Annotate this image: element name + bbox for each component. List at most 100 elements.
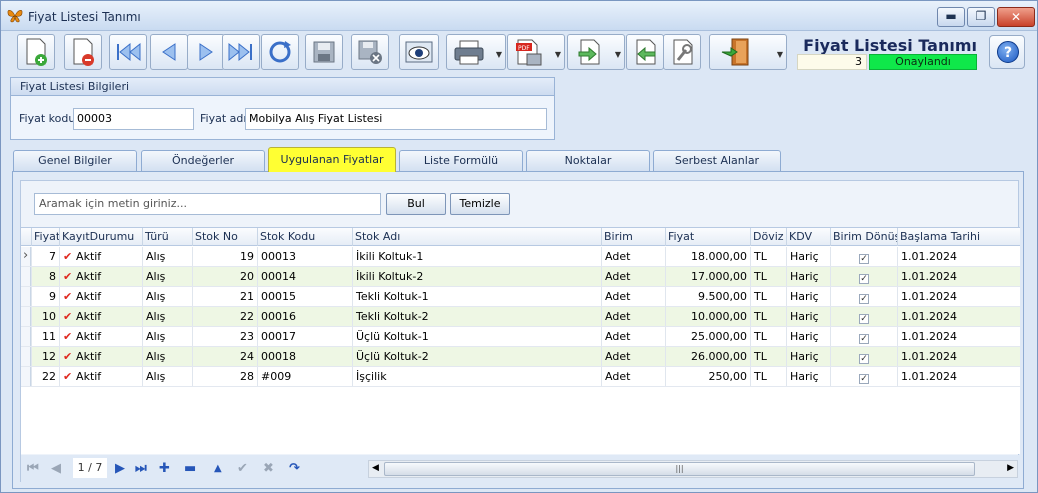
cell-kayit-durumu[interactable]: ✔ Aktif (59, 287, 142, 306)
settings-button[interactable] (663, 34, 701, 70)
cell-birim-donustur[interactable]: ✓ (830, 267, 897, 286)
conversion-checkbox[interactable]: ✓ (859, 354, 869, 364)
cell-birim-donustur[interactable]: ✓ (830, 287, 897, 306)
cell-fiyat[interactable]: 10.000,00 (665, 307, 750, 326)
clear-button[interactable]: Temizle (450, 193, 510, 215)
cell-stok-kodu[interactable]: 00013 (257, 247, 352, 266)
cell-kayit-durumu[interactable]: ✔ Aktif (59, 367, 142, 386)
cell-kdv[interactable]: Hariç (786, 367, 830, 386)
tab-uygulanan-fiyatlar[interactable]: Uygulanan Fiyatlar (268, 147, 396, 172)
cell-stok-no[interactable]: 19 (192, 247, 257, 266)
cell-fiyat-id[interactable]: 7 (31, 247, 59, 266)
cell-fiyat-id[interactable]: 12 (31, 347, 59, 366)
conversion-checkbox[interactable]: ✓ (859, 254, 869, 264)
cell-birim[interactable]: Adet (601, 347, 665, 366)
cell-turu[interactable]: Alış (142, 347, 192, 366)
cell-kdv[interactable]: Hariç (786, 307, 830, 326)
cell-fiyat[interactable]: 26.000,00 (665, 347, 750, 366)
cell-fiyat-id[interactable]: 8 (31, 267, 59, 286)
cell-birim-donustur[interactable]: ✓ (830, 327, 897, 346)
cell-baslama-tarihi[interactable]: 1.01.2024 (897, 287, 1020, 306)
cell-birim-donustur[interactable]: ✓ (830, 247, 897, 266)
col-kayit-durumu[interactable]: KayıtDurumu (59, 228, 142, 246)
cell-kayit-durumu[interactable]: ✔ Aktif (59, 327, 142, 346)
next-record-button[interactable] (187, 34, 225, 70)
cell-stok-adi[interactable]: İşçilik (352, 367, 601, 386)
find-button[interactable]: Bul (386, 193, 446, 215)
tab-genel-bilgiler[interactable]: Genel Bilgiler (13, 150, 137, 171)
row-indicator[interactable]: › (21, 247, 31, 266)
col-stok-kodu[interactable]: Stok Kodu (257, 228, 352, 246)
help-button[interactable]: ? (989, 35, 1025, 69)
cell-fiyat-id[interactable]: 11 (31, 327, 59, 346)
cell-doviz[interactable]: TL (750, 347, 786, 366)
cell-fiyat-id[interactable]: 10 (31, 307, 59, 326)
conversion-checkbox[interactable]: ✓ (859, 274, 869, 284)
cell-stok-no[interactable]: 23 (192, 327, 257, 346)
cell-turu[interactable]: Alış (142, 247, 192, 266)
cell-kdv[interactable]: Hariç (786, 287, 830, 306)
nav-cancel-icon[interactable]: ✖ (263, 461, 274, 477)
cell-doviz[interactable]: TL (750, 247, 786, 266)
scroll-thumb[interactable]: ||| (384, 462, 975, 476)
cell-stok-adi[interactable]: İkili Koltuk-1 (352, 247, 601, 266)
cell-birim-donustur[interactable]: ✓ (830, 307, 897, 326)
cell-baslama-tarihi[interactable]: 1.01.2024 (897, 367, 1020, 386)
cell-stok-no[interactable]: 20 (192, 267, 257, 286)
minimize-button[interactable]: ▬ (937, 7, 965, 27)
cell-stok-kodu[interactable]: 00016 (257, 307, 352, 326)
previous-record-button[interactable] (150, 34, 188, 70)
cell-birim-donustur[interactable]: ✓ (830, 367, 897, 386)
cell-baslama-tarihi[interactable]: 1.01.2024 (897, 347, 1020, 366)
conversion-checkbox[interactable]: ✓ (859, 334, 869, 344)
cell-birim[interactable]: Adet (601, 247, 665, 266)
maximize-button[interactable]: ❐ (967, 7, 995, 27)
cell-fiyat-id[interactable]: 22 (31, 367, 59, 386)
tab-ondegerler[interactable]: Öndeğerler (141, 150, 265, 171)
row-indicator[interactable] (21, 267, 31, 286)
cell-baslama-tarihi[interactable]: 1.01.2024 (897, 267, 1020, 286)
row-indicator[interactable] (21, 367, 31, 386)
cell-stok-adi[interactable]: Tekli Koltuk-1 (352, 287, 601, 306)
scroll-right-icon[interactable]: ▶ (1007, 463, 1014, 473)
cell-fiyat[interactable]: 9.500,00 (665, 287, 750, 306)
cell-fiyat[interactable]: 18.000,00 (665, 247, 750, 266)
col-birim-donustur[interactable]: Birim Dönüştü. (830, 228, 897, 246)
last-record-button[interactable] (222, 34, 260, 70)
cell-birim[interactable]: Adet (601, 367, 665, 386)
cell-stok-no[interactable]: 24 (192, 347, 257, 366)
title-bar[interactable]: Fiyat Listesi Tanımı ▬ ❐ ✕ (1, 1, 1037, 31)
cell-turu[interactable]: Alış (142, 327, 192, 346)
tab-liste-formulu[interactable]: Liste Formülü (399, 150, 523, 171)
new-button[interactable] (17, 34, 55, 70)
table-row[interactable]: 11 ✔ Aktif Alış 23 00017 Üçlü Koltuk-1 Adet 25.… (21, 327, 1020, 347)
cell-doviz[interactable]: TL (750, 367, 786, 386)
cell-fiyat[interactable]: 17.000,00 (665, 267, 750, 286)
row-indicator[interactable] (21, 327, 31, 346)
cell-doviz[interactable]: TL (750, 267, 786, 286)
cell-stok-adi[interactable]: İkili Koltuk-2 (352, 267, 601, 286)
search-input[interactable]: Aramak için metin giriniz... (34, 193, 381, 215)
cell-doviz[interactable]: TL (750, 287, 786, 306)
cell-stok-adi[interactable]: Üçlü Koltuk-1 (352, 327, 601, 346)
cell-stok-kodu[interactable]: 00014 (257, 267, 352, 286)
cell-kayit-durumu[interactable]: ✔ Aktif (59, 267, 142, 286)
cell-stok-kodu[interactable]: 00015 (257, 287, 352, 306)
table-row[interactable]: › 7 ✔ Aktif Alış 19 00013 İkili Koltuk-1 Adet 18… (21, 247, 1020, 267)
first-record-button[interactable] (109, 34, 147, 70)
row-indicator[interactable] (21, 307, 31, 326)
col-turu[interactable]: Türü (142, 228, 192, 246)
nav-last-icon[interactable]: ⏭ (135, 461, 147, 477)
cell-birim[interactable]: Adet (601, 287, 665, 306)
cell-kayit-durumu[interactable]: ✔ Aktif (59, 347, 142, 366)
cell-stok-no[interactable]: 22 (192, 307, 257, 326)
cell-baslama-tarihi[interactable]: 1.01.2024 (897, 247, 1020, 266)
nav-first-icon[interactable]: ⏮ (27, 461, 39, 477)
table-row[interactable]: 9 ✔ Aktif Alış 21 00015 Tekli Koltuk-1 Adet 9.5… (21, 287, 1020, 307)
cell-birim[interactable]: Adet (601, 267, 665, 286)
cell-birim[interactable]: Adet (601, 327, 665, 346)
col-baslama-tarihi[interactable]: Başlama Tarihi (897, 228, 1020, 246)
cell-stok-adi[interactable]: Üçlü Koltuk-2 (352, 347, 601, 366)
table-row[interactable]: 12 ✔ Aktif Alış 24 00018 Üçlü Koltuk-2 Adet 26.… (21, 347, 1020, 367)
cell-turu[interactable]: Alış (142, 367, 192, 386)
